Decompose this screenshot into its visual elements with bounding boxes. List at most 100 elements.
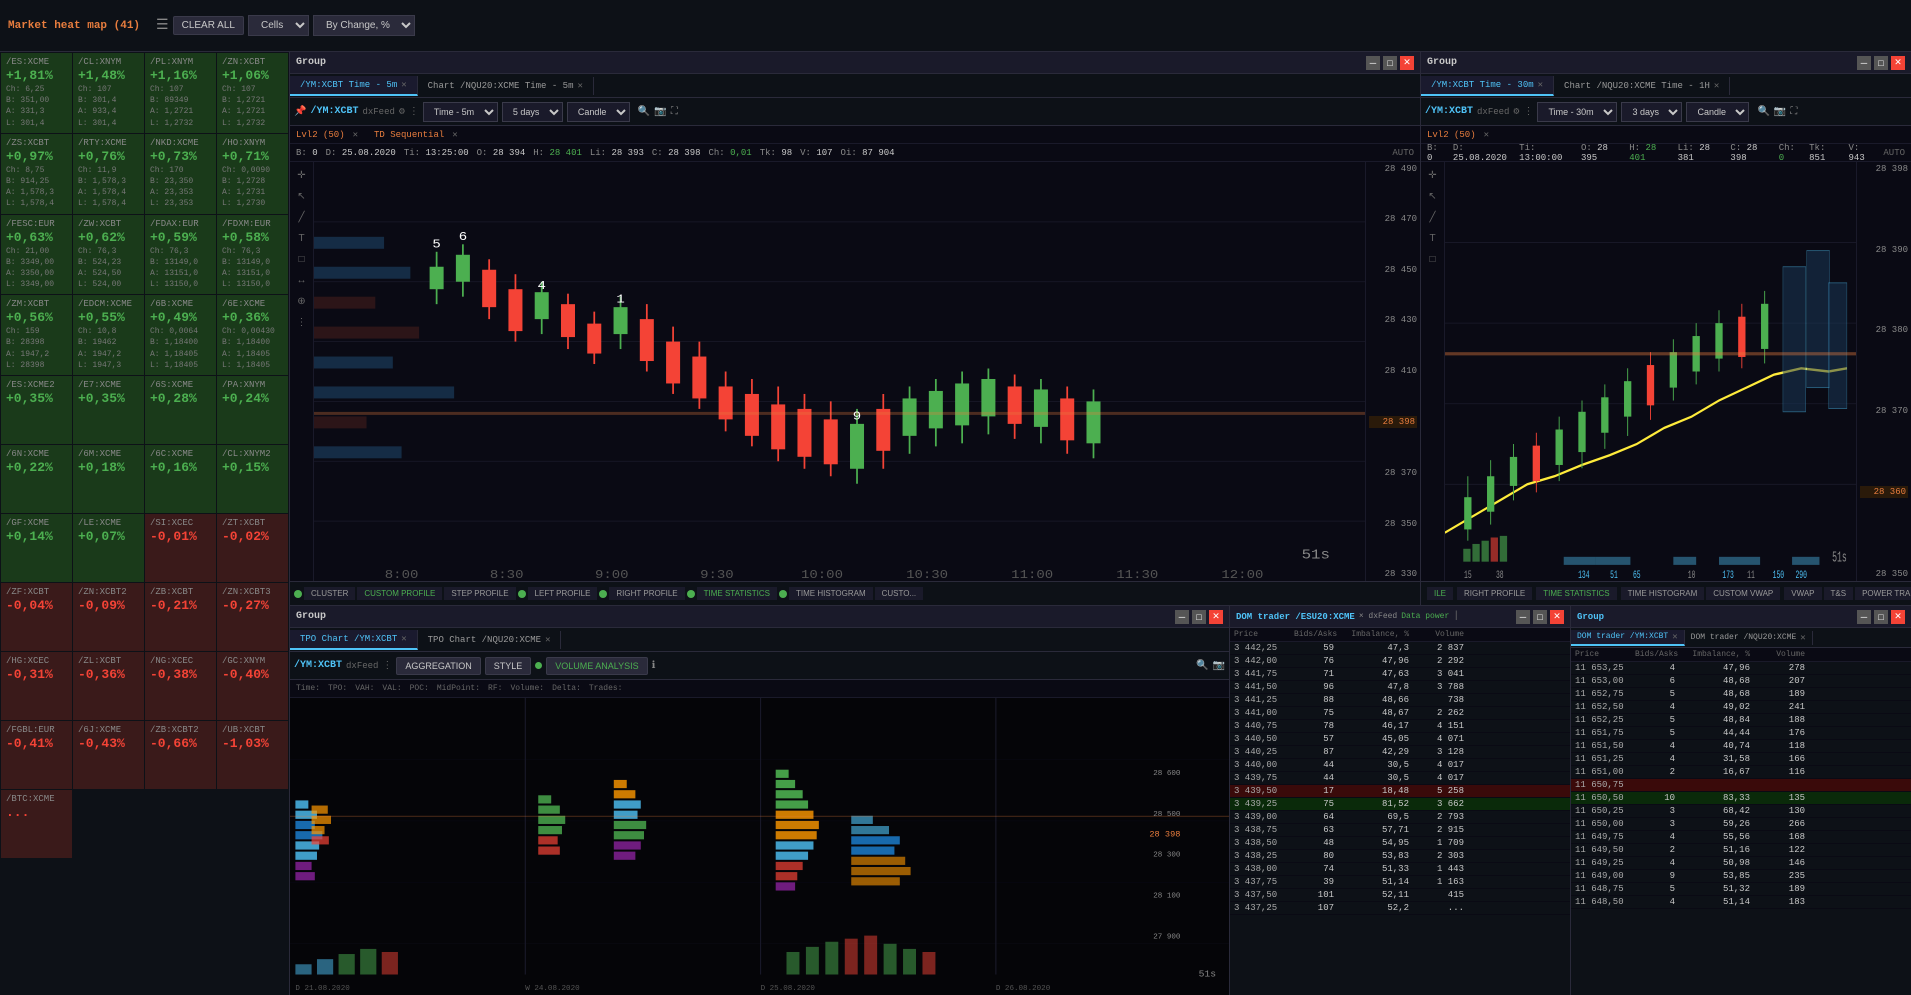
box-tool[interactable]: □	[293, 250, 311, 268]
dom-row-esu20-15[interactable]: 3 438,50 48 54,95 1 709	[1230, 837, 1570, 850]
heat-cell-10[interactable]: /FDAX:EUR +0,59% Ch: 76,3B: 13149,0A: 13…	[145, 215, 216, 295]
dom-minimize-ym[interactable]: ─	[1857, 610, 1871, 624]
dom-row-ym-9[interactable]: 11 650,75	[1571, 779, 1911, 792]
tab-tpo-nq[interactable]: TPO Chart /NQU20:XCME ✕	[418, 631, 562, 649]
heat-cell-3[interactable]: /ZN:XCBT +1,06% Ch: 107B: 1,2721A: 1,272…	[217, 53, 288, 133]
chart-search-icon-r[interactable]: 🔍	[1757, 106, 1769, 118]
heat-cell-35[interactable]: /GC:XNYM -0,40%	[217, 652, 288, 720]
tab-close-nq-1h[interactable]: ✕	[1714, 81, 1719, 91]
custom-profile-btn[interactable]: CUSTOM PROFILE	[357, 587, 442, 600]
heat-cell-22[interactable]: /6C:XCME +0,16%	[145, 445, 216, 513]
heat-cell-14[interactable]: /6B:XCME +0,49% Ch: 0,0064B: 1,18400A: 1…	[145, 295, 216, 375]
minimize-btn-tpo[interactable]: ─	[1175, 610, 1189, 624]
tab-nq-1h[interactable]: Chart /NQU20:XCME Time - 1H ✕	[1554, 77, 1730, 95]
ile-btn[interactable]: ILE	[1427, 587, 1453, 600]
dom-row-esu20-18[interactable]: 3 437,75 39 51,14 1 163	[1230, 876, 1570, 889]
heat-cell-39[interactable]: /UB:XCBT -1,03%	[217, 721, 288, 789]
dom-row-ym-7[interactable]: 11 651,25 4 31,58 166	[1571, 753, 1911, 766]
tpo-screenshot-icon[interactable]: 📷	[1213, 660, 1225, 672]
dom-row-esu20-10[interactable]: 3 439,75 44 30,5 4 017	[1230, 772, 1570, 785]
time-stats-btn[interactable]: TIME STATISTICS	[697, 587, 777, 600]
maximize-btn[interactable]: □	[1383, 56, 1397, 70]
heat-cell-5[interactable]: /RTY:XCME +0,76% Ch: 11,9B: 1,578,3A: 1,…	[73, 134, 144, 214]
candle-dropdown-30m[interactable]: Candle	[1686, 102, 1749, 122]
dom-row-esu20-20[interactable]: 3 437,25 107 52,2 ...	[1230, 902, 1570, 915]
chart-search-icon[interactable]: 🔍	[638, 106, 650, 118]
right-profile-btn-r[interactable]: RIGHT PROFILE	[1457, 587, 1532, 600]
heat-cell-21[interactable]: /6M:XCME +0,18%	[73, 445, 144, 513]
heat-cell-30[interactable]: /ZB:XCBT -0,21%	[145, 583, 216, 651]
heat-cell-28[interactable]: /ZF:XCBT -0,04%	[1, 583, 72, 651]
zoom-tool[interactable]: ⊕	[293, 292, 311, 310]
heat-cell-26[interactable]: /SI:XCEC -0,01%	[145, 514, 216, 582]
heat-cell-36[interactable]: /FGBL:EUR -0,41%	[1, 721, 72, 789]
text-tool-r[interactable]: T	[1424, 229, 1442, 247]
vwap-btn[interactable]: VWAP	[1784, 587, 1821, 600]
close-btn[interactable]: ✕	[1400, 56, 1414, 70]
chart-more-icon[interactable]: ⋮	[409, 106, 419, 118]
dom-maximize-esu20[interactable]: □	[1533, 610, 1547, 624]
heat-cell-19[interactable]: /PA:XNYM +0,24%	[217, 376, 288, 444]
tpo-more-icon[interactable]: ⋮	[382, 660, 392, 672]
heat-cell-1[interactable]: /CL:XNYM +1,48% Ch: 107B: 301,4A: 933,4L…	[73, 53, 144, 133]
chart-area-5m[interactable]: ✛ ↖ ╱ T □ ↔ ⊕ ⋮	[290, 162, 1420, 581]
heat-cell-40[interactable]: /BTC:XCME ...	[1, 790, 72, 858]
heat-cell-33[interactable]: /ZL:XCBT -0,36%	[73, 652, 144, 720]
line-tool-r[interactable]: ╱	[1424, 208, 1442, 226]
dom-row-esu20-14[interactable]: 3 438,75 63 57,71 2 915	[1230, 824, 1570, 837]
heat-cell-37[interactable]: /6J:XCME -0,43%	[73, 721, 144, 789]
dom-row-ym-18[interactable]: 11 648,50 4 51,14 183	[1571, 896, 1911, 909]
heat-cell-20[interactable]: /6N:XCME +0,22%	[1, 445, 72, 513]
dom-row-ym-6[interactable]: 11 651,50 4 40,74 118	[1571, 740, 1911, 753]
more-tools[interactable]: ⋮	[293, 313, 311, 331]
dom-row-ym-0[interactable]: 11 653,25 4 47,96 278	[1571, 662, 1911, 675]
text-tool[interactable]: T	[293, 229, 311, 247]
left-profile-btn[interactable]: LEFT PROFILE	[528, 587, 598, 600]
cells-dropdown[interactable]: Cells	[248, 15, 309, 36]
time-hist-btn-r[interactable]: TIME HISTOGRAM	[1621, 587, 1705, 600]
close-btn-r[interactable]: ✕	[1891, 56, 1905, 70]
dom-tab-close-ym[interactable]: ✕	[1672, 632, 1677, 642]
dom-close-esu20[interactable]: ✕	[1550, 610, 1564, 624]
heat-cell-2[interactable]: /PL:XNYM +1,16% Ch: 107B: 89349A: 1,2721…	[145, 53, 216, 133]
dom-row-ym-17[interactable]: 11 648,75 5 51,32 189	[1571, 883, 1911, 896]
heat-cell-9[interactable]: /ZW:XCBT +0,62% Ch: 76,3B: 524,23A: 524,…	[73, 215, 144, 295]
chart-fullscreen-icon[interactable]: ⛶	[671, 106, 678, 118]
time-hist-btn[interactable]: TIME HISTOGRAM	[789, 587, 873, 600]
dom-row-esu20-19[interactable]: 3 437,50 101 52,11 415	[1230, 889, 1570, 902]
cluster-btn[interactable]: CLUSTER	[304, 587, 355, 600]
maximize-btn-r[interactable]: □	[1874, 56, 1888, 70]
tab-close-tpo-nq[interactable]: ✕	[545, 635, 550, 645]
heat-cell-18[interactable]: /6S:XCME +0,28%	[145, 376, 216, 444]
dom-row-ym-11[interactable]: 11 650,25 3 68,42 130	[1571, 805, 1911, 818]
dom-row-ym-12[interactable]: 11 650,00 3 59,26 266	[1571, 818, 1911, 831]
measure-tool[interactable]: ↔	[293, 271, 311, 289]
heat-cell-15[interactable]: /6E:XCME +0,36% Ch: 0,00430B: 1,18400A: …	[217, 295, 288, 375]
power-trad-btn[interactable]: POWER TRAD...	[1855, 587, 1911, 600]
heat-cell-31[interactable]: /ZN:XCBT3 -0,27%	[217, 583, 288, 651]
dom-tab-ym[interactable]: DOM trader /YM:XCBT ✕	[1571, 630, 1685, 646]
chart-more-icon-r[interactable]: ⋮	[1523, 106, 1533, 118]
custom-vwap-btn[interactable]: CUSTOM VWAP	[1706, 587, 1780, 600]
dom-tab-nq[interactable]: DOM trader /NQU20:XCME ✕	[1685, 631, 1813, 645]
dom-row-ym-2[interactable]: 11 652,75 5 48,68 189	[1571, 688, 1911, 701]
time-dropdown-5m[interactable]: Time - 5m	[423, 102, 498, 122]
heat-cell-4[interactable]: /ZS:XCBT +0,97% Ch: 8,75B: 914,25A: 1,57…	[1, 134, 72, 214]
chart-area-30m[interactable]: ✛ ↖ ╱ T □	[1421, 162, 1911, 581]
chart-fullscreen-icon-r[interactable]: ⛶	[1790, 106, 1797, 118]
box-tool-r[interactable]: □	[1424, 250, 1442, 268]
dom-row-ym-10[interactable]: 11 650,50 10 83,33 135	[1571, 792, 1911, 805]
dom-minimize-esu20[interactable]: ─	[1516, 610, 1530, 624]
by-change-dropdown[interactable]: By Change, %	[313, 15, 415, 36]
dom-row-ym-16[interactable]: 11 649,00 9 53,85 235	[1571, 870, 1911, 883]
dom-row-esu20-6[interactable]: 3 440,75 78 46,17 4 151	[1230, 720, 1570, 733]
close-btn-tpo[interactable]: ✕	[1209, 610, 1223, 624]
dom-row-esu20-11[interactable]: 3 439,50 17 18,48 5 258	[1230, 785, 1570, 798]
heat-cell-17[interactable]: /E7:XCME +0,35%	[73, 376, 144, 444]
heat-cell-16[interactable]: /ES:XCME2 +0,35%	[1, 376, 72, 444]
cursor-tool[interactable]: ↖	[293, 187, 311, 205]
step-profile-btn[interactable]: STEP PROFILE	[444, 587, 515, 600]
heat-cell-13[interactable]: /EDCM:XCME +0,55% Ch: 10,8B: 19462A: 194…	[73, 295, 144, 375]
tab-ym-30m[interactable]: /YM:XCBT Time - 30m ✕	[1421, 76, 1554, 96]
tab-close-ym-5m[interactable]: ✕	[401, 80, 406, 90]
